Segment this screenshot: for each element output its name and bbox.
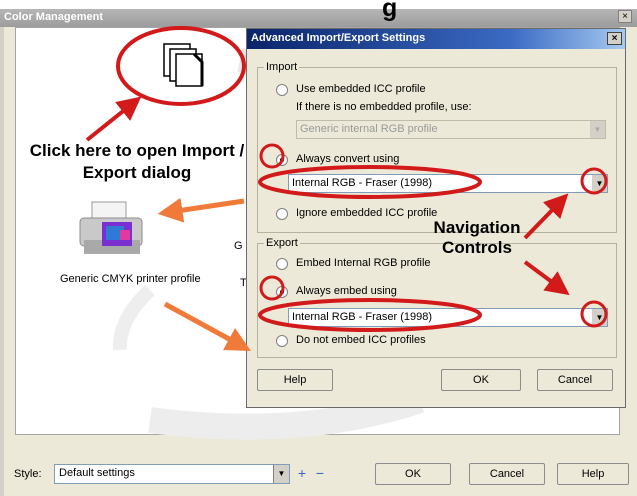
title-fragment: g <box>382 0 398 22</box>
opt-embed-internal-label: Embed Internal RGB profile <box>296 257 431 269</box>
window-title-bar: Color Management <box>0 9 637 27</box>
remove-style-button[interactable]: − <box>312 465 328 482</box>
dialog-cancel-button[interactable]: Cancel <box>537 369 613 391</box>
ok-button[interactable]: OK <box>375 463 451 485</box>
left-edge <box>0 27 4 496</box>
export-dropdown-arrow-icon[interactable]: ▼ <box>592 309 607 326</box>
export-group-label: Export <box>264 237 300 249</box>
hidden-label-g: G <box>234 240 243 252</box>
opt-no-embed-label: Do not embed ICC profiles <box>296 334 426 346</box>
dialog-help-button[interactable]: Help <box>257 369 333 391</box>
export-profile-value: Internal RGB - Fraser (1998) <box>292 311 432 323</box>
navigation-annotation: Navigation Controls <box>433 218 521 257</box>
export-profile-select[interactable]: Internal RGB - Fraser (1998) ▼ <box>288 308 608 327</box>
dialog-close-button[interactable]: × <box>607 32 622 45</box>
documents-icon[interactable] <box>160 40 210 92</box>
window-close-button[interactable]: × <box>618 10 632 23</box>
opt-always-convert-label: Always convert using <box>296 153 400 165</box>
style-select[interactable]: Default settings ▼ <box>54 464 290 484</box>
opt-always-embed-label: Always embed using <box>296 285 397 297</box>
export-group: Export Embed Internal RGB profile Always… <box>257 237 617 358</box>
printer-icon <box>79 201 143 254</box>
style-select-value: Default settings <box>59 467 135 479</box>
radio-ignore-embedded[interactable] <box>276 208 288 220</box>
radio-embed-internal[interactable] <box>276 258 288 270</box>
radio-always-embed[interactable] <box>276 286 288 298</box>
radio-use-embedded[interactable] <box>276 84 288 96</box>
dialog-title: Advanced Import/Export Settings <box>251 32 426 44</box>
if-no-embedded-text: If there is no embedded profile, use: <box>296 101 472 113</box>
add-style-button[interactable]: + <box>294 465 310 482</box>
style-label: Style: <box>14 468 42 480</box>
opt-use-embedded-label: Use embedded ICC profile <box>296 83 426 95</box>
printer-profile-label: Generic CMYK printer profile <box>60 273 201 285</box>
import-profile-value: Internal RGB - Fraser (1998) <box>292 177 432 189</box>
open-dialog-annotation: Click here to open Import / Export dialo… <box>29 141 245 182</box>
import-group-label: Import <box>264 61 300 73</box>
import-profile-select[interactable]: Internal RGB - Fraser (1998) ▼ <box>288 174 608 193</box>
fallback-profile-value: Generic internal RGB profile <box>300 123 438 135</box>
help-button[interactable]: Help <box>557 463 629 485</box>
dialog-ok-button[interactable]: OK <box>441 369 521 391</box>
window-title: Color Management <box>4 11 104 23</box>
cancel-button[interactable]: Cancel <box>469 463 545 485</box>
import-dropdown-arrow-icon[interactable]: ▼ <box>592 175 607 192</box>
fallback-dropdown-arrow-icon: ▼ <box>590 121 605 138</box>
fallback-profile-select: Generic internal RGB profile ▼ <box>296 120 606 139</box>
import-group: Import Use embedded ICC profile If there… <box>257 61 617 233</box>
radio-no-embed[interactable] <box>276 335 288 347</box>
dialog-title-bar: Advanced Import/Export Settings × <box>247 29 625 49</box>
radio-always-convert[interactable] <box>276 154 288 166</box>
style-dropdown-arrow-icon[interactable]: ▼ <box>273 465 289 483</box>
